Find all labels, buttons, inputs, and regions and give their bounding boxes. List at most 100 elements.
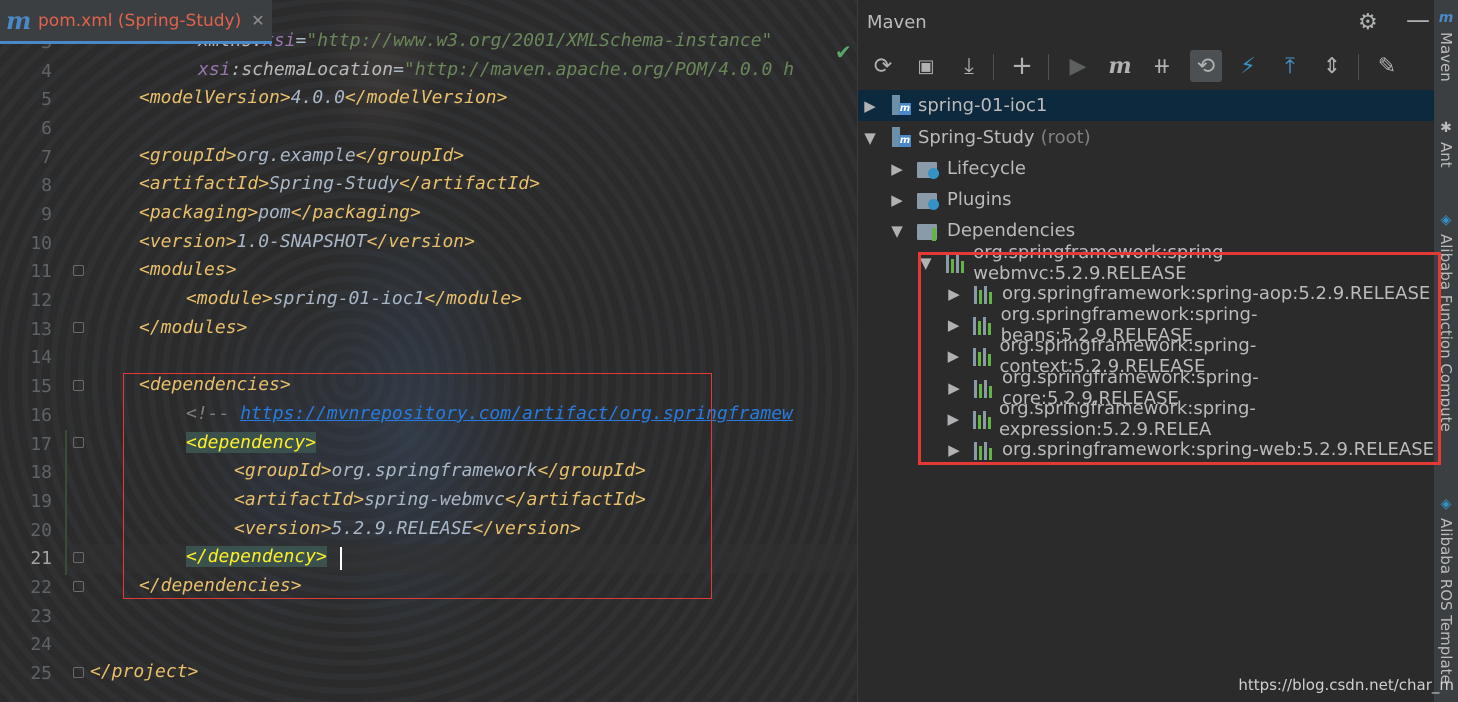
- line-number: 6: [41, 118, 52, 139]
- fold-marker-icon[interactable]: [73, 581, 84, 592]
- generate-sources-icon[interactable]: ▣: [910, 50, 942, 82]
- side-tab-maven[interactable]: m Maven: [1434, 10, 1458, 100]
- maven-toolbar: ⟳ ▣ ⤓ + ▶ m ⧺ ⟲ ⚡ ⤒ ⇕ ✎: [858, 44, 1435, 90]
- line-number: 20: [30, 520, 52, 541]
- tree-node-label: Spring-Study: [918, 127, 1035, 148]
- tree-node-label: Lifecycle: [947, 158, 1026, 179]
- root-suffix: (root): [1040, 127, 1091, 148]
- ant-icon: ✱: [1440, 120, 1452, 136]
- line-number: 19: [30, 491, 52, 512]
- settings-icon[interactable]: ✎: [1371, 50, 1403, 82]
- maven-header: Maven: [858, 0, 1435, 44]
- maven-m-icon: m: [6, 6, 32, 35]
- expand-arrow-icon[interactable]: ▶: [887, 191, 907, 209]
- line-number: 12: [30, 290, 52, 311]
- fold-marker-icon[interactable]: [73, 552, 84, 563]
- maven-tool-window[interactable]: Maven ⚙ — ⟳ ▣ ⤓ + ▶ m ⧺ ⟲ ⚡ ⤒ ⇕ ✎ ▶ m sp…: [857, 0, 1441, 702]
- fold-marker-icon[interactable]: [73, 265, 84, 276]
- code-line-3: xmlns:xsi="http://www.w3.org/2001/XMLSch…: [198, 30, 773, 51]
- line-number: 7: [41, 147, 52, 168]
- execute-goal-icon[interactable]: m: [1104, 50, 1136, 82]
- expand-all-icon[interactable]: ⤒: [1274, 50, 1306, 82]
- line-number: 16: [30, 405, 52, 426]
- code-line-9: <packaging>pom</packaging>: [139, 202, 421, 223]
- side-tab-alibaba-ros-template[interactable]: ◈ Alibaba ROS Template: [1434, 496, 1458, 702]
- fold-marker-icon[interactable]: [73, 437, 84, 448]
- line-number: 11: [30, 261, 52, 282]
- close-icon[interactable]: ✕: [251, 11, 264, 30]
- alibaba-icon: ◈: [1440, 212, 1452, 228]
- download-icon[interactable]: ⤓: [953, 50, 985, 82]
- line-number: 15: [30, 376, 52, 397]
- side-tab-label: Maven: [1437, 32, 1455, 82]
- tab-pom-xml[interactable]: m pom.xml (Spring-Study) ✕: [0, 0, 272, 44]
- line-number: 9: [41, 204, 52, 225]
- show-dependencies-icon[interactable]: ⟲: [1190, 50, 1222, 82]
- line-number: 13: [30, 319, 52, 340]
- line-number: 18: [30, 462, 52, 483]
- maven-title: Maven: [867, 11, 927, 33]
- tree-node-label: Dependencies: [947, 220, 1076, 241]
- line-number: 23: [30, 606, 52, 627]
- maven-m-icon: m: [1438, 10, 1454, 26]
- tree-node-lifecycle[interactable]: ▶ Lifecycle: [858, 153, 1435, 184]
- code-line-13: </modules>: [139, 317, 248, 338]
- maven-module-icon: m: [890, 94, 912, 117]
- line-number-gutter[interactable]: 3 4 5 6 7 8 9 10 11 12 13 14 15 16 17 18…: [0, 0, 84, 702]
- skip-tests-icon[interactable]: ⧺: [1146, 50, 1178, 82]
- fold-marker-icon[interactable]: [73, 667, 84, 678]
- tree-node-plugins[interactable]: ▶ Plugins: [858, 184, 1435, 215]
- code-line-25: </project>: [90, 661, 199, 682]
- line-number: 24: [30, 634, 52, 655]
- fold-marker-icon[interactable]: [73, 322, 84, 333]
- code-line-8: <artifactId>Spring-Study</artifactId>: [139, 173, 540, 194]
- line-number: 8: [41, 175, 52, 196]
- reload-icon[interactable]: ⟳: [867, 50, 899, 82]
- toolbar-separator: [993, 54, 994, 80]
- alibaba-icon: ◈: [1440, 496, 1452, 512]
- fold-marker-icon[interactable]: [73, 380, 84, 391]
- line-number: 5: [41, 89, 52, 110]
- highlight-box-dependencies: [123, 373, 712, 599]
- tree-node-label: Plugins: [947, 189, 1012, 210]
- toolbar-separator: [1048, 54, 1049, 80]
- tree-node-label: spring-01-ioc1: [918, 95, 1048, 116]
- tree-node-spring-01-ioc1[interactable]: ▶ m spring-01-ioc1: [858, 90, 1435, 121]
- line-number: 10: [30, 233, 52, 254]
- line-number: 14: [30, 347, 52, 368]
- run-icon[interactable]: ▶: [1062, 50, 1094, 82]
- tab-title: pom.xml (Spring-Study): [38, 10, 242, 31]
- library-folder-icon: [917, 221, 941, 241]
- collapse-arrow-icon[interactable]: ▼: [860, 129, 880, 147]
- folder-gear-icon: [917, 159, 941, 179]
- code-line-10: <version>1.0-SNAPSHOT</version>: [139, 231, 475, 252]
- add-icon[interactable]: +: [1006, 50, 1038, 82]
- highlight-box-dependency-tree: [918, 252, 1441, 465]
- line-number-current: 21: [30, 548, 52, 569]
- line-number: 25: [30, 663, 52, 684]
- code-line-5: <modelVersion>4.0.0</modelVersion>: [139, 87, 508, 108]
- side-tab-label: Ant: [1437, 142, 1455, 168]
- side-tab-ant[interactable]: ✱ Ant: [1434, 120, 1458, 190]
- side-tab-label: Alibaba ROS Template: [1437, 518, 1455, 684]
- line-number: 4: [41, 61, 52, 82]
- line-number: 22: [30, 577, 52, 598]
- tree-node-spring-study[interactable]: ▼ m Spring-Study (root): [858, 122, 1435, 153]
- minimize-icon[interactable]: —: [1406, 6, 1430, 34]
- toolbar-separator: [1358, 54, 1359, 80]
- expand-arrow-icon[interactable]: ▶: [887, 160, 907, 178]
- code-line-4: xsi:schemaLocation="http://maven.apache.…: [198, 59, 795, 80]
- gear-icon[interactable]: ⚙: [1358, 10, 1378, 35]
- code-line-7: <groupId>org.example</groupId>: [139, 145, 465, 166]
- watermark: https://blog.csdn.net/char_m: [1238, 676, 1454, 694]
- check-icon[interactable]: ✔: [835, 40, 852, 64]
- folder-gear-icon: [917, 190, 941, 210]
- code-line-12: <module>spring-01-ioc1</module>: [186, 288, 522, 309]
- expand-arrow-icon[interactable]: ▶: [860, 97, 880, 115]
- code-editor[interactable]: m pom.xml (Spring-Study) ✕ 3 4 5 6 7 8 9…: [0, 0, 857, 702]
- maven-module-icon: m: [890, 126, 912, 149]
- offline-icon[interactable]: ⚡: [1232, 50, 1264, 82]
- collapse-all-icon[interactable]: ⇕: [1316, 50, 1348, 82]
- collapse-arrow-icon[interactable]: ▼: [887, 222, 907, 240]
- line-number: 17: [30, 434, 52, 455]
